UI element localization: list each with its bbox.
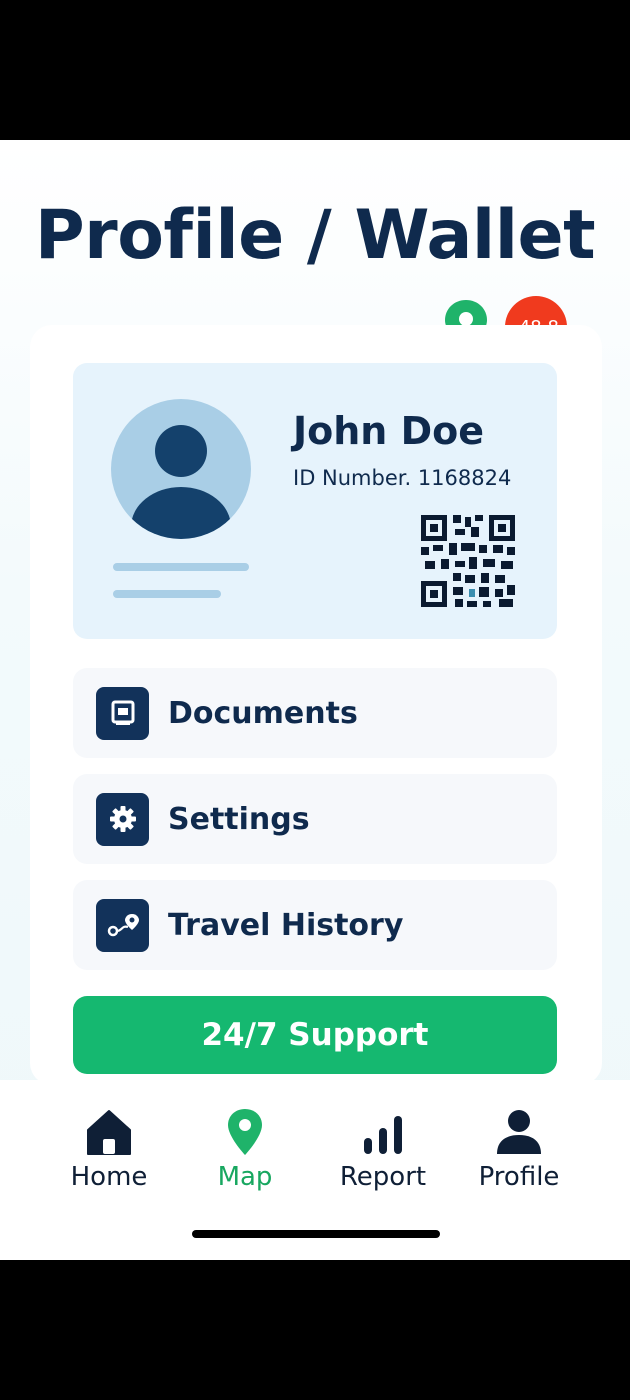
menu-item-documents[interactable]: Documents bbox=[73, 668, 557, 758]
tab-report[interactable]: Report bbox=[328, 1108, 438, 1192]
user-id-number: ID Number. 1168824 bbox=[293, 466, 512, 490]
document-icon bbox=[96, 686, 149, 740]
gear-icon bbox=[96, 792, 149, 846]
qr-code-icon[interactable] bbox=[419, 513, 517, 609]
menu-item-settings[interactable]: Settings bbox=[73, 774, 557, 864]
menu-item-travel-history[interactable]: Travel History bbox=[73, 880, 557, 970]
avatar-head bbox=[155, 425, 207, 477]
menu-item-label: Settings bbox=[168, 801, 310, 837]
avatar bbox=[111, 399, 251, 539]
user-name: John Doe bbox=[293, 409, 485, 453]
avatar-body bbox=[131, 487, 231, 539]
tab-label: Profile bbox=[478, 1162, 560, 1192]
bottom-black-area bbox=[0, 1260, 630, 1400]
tab-label: Report bbox=[339, 1162, 427, 1192]
profile-wallet-screen: Profile / Wallet ·48 8 John Doe ID Numbe… bbox=[0, 140, 630, 1260]
map-pin-icon bbox=[228, 1109, 262, 1155]
page-title: Profile / Wallet bbox=[34, 196, 596, 275]
tab-map[interactable]: Map bbox=[190, 1108, 300, 1192]
home-indicator[interactable] bbox=[192, 1230, 440, 1238]
person-icon bbox=[497, 1110, 541, 1154]
home-icon bbox=[87, 1110, 131, 1155]
bar-chart-icon bbox=[364, 1116, 402, 1154]
menu-item-label: Documents bbox=[168, 695, 358, 731]
tab-profile[interactable]: Profile bbox=[464, 1108, 574, 1192]
id-card[interactable]: John Doe ID Number. 1168824 bbox=[73, 363, 557, 639]
tab-label: Home bbox=[70, 1162, 148, 1192]
tab-home[interactable]: Home bbox=[54, 1108, 164, 1192]
menu-item-label: Travel History bbox=[168, 907, 404, 943]
route-icon bbox=[96, 898, 149, 952]
tab-label: Map bbox=[217, 1162, 273, 1192]
status-bar-area bbox=[0, 0, 630, 140]
placeholder-line bbox=[113, 563, 249, 571]
placeholder-line bbox=[113, 590, 221, 598]
support-button[interactable]: 24/7 Support bbox=[73, 996, 557, 1074]
